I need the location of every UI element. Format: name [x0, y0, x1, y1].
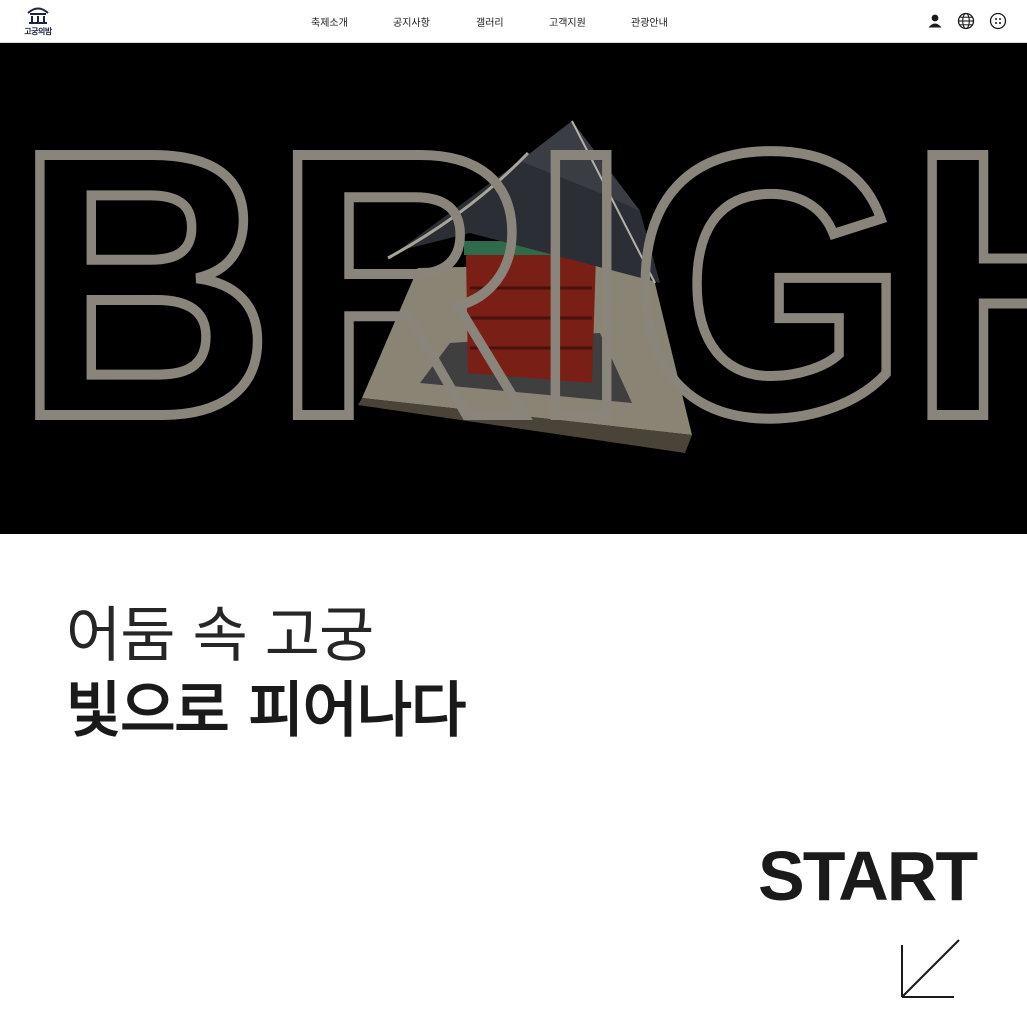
globe-icon[interactable]	[957, 12, 975, 30]
menu-dots-icon[interactable]	[989, 12, 1007, 30]
headline-bold: 빛으로 피어나다	[66, 676, 466, 746]
user-icon[interactable]	[926, 12, 944, 30]
nav-item-customer-support[interactable]: 고객지원	[549, 14, 586, 29]
palace-logo-icon	[27, 7, 49, 24]
logo-text: 고궁의밤	[24, 27, 52, 36]
nav-item-notices[interactable]: 공지사항	[393, 14, 430, 29]
site-logo[interactable]: 고궁의밤	[20, 4, 56, 38]
headline-light: 어둠 속 고궁	[66, 601, 374, 671]
nav-item-gallery[interactable]: 갤러리	[476, 14, 504, 29]
start-label[interactable]: START	[758, 836, 978, 916]
hero-banner: BRIGH	[0, 43, 1027, 534]
nav-item-festival-intro[interactable]: 축제소개	[311, 14, 348, 29]
nav-item-tourism-guide[interactable]: 관광안내	[631, 14, 668, 29]
arrow-down-left-icon[interactable]	[898, 937, 962, 1001]
hero-outline-text: BRIGH	[16, 74, 1027, 496]
site-header: 고궁의밤 축제소개 공지사항 갤러리 고객지원 관광안내	[0, 0, 1027, 43]
